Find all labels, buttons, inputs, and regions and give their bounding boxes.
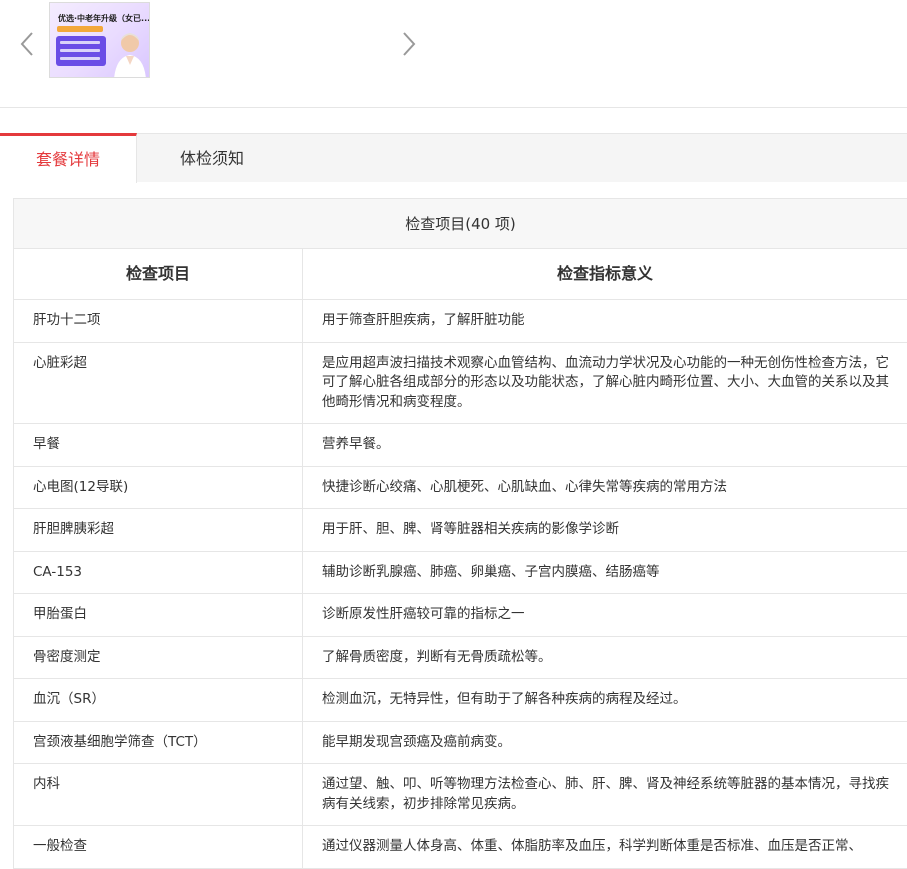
item-name: 甲胎蛋白 — [14, 594, 303, 636]
item-name: 早餐 — [14, 424, 303, 466]
table-row: CA-153 辅助诊断乳腺癌、肺癌、卵巢癌、子宫内膜癌、结肠癌等 — [14, 551, 907, 594]
chevron-left-icon — [20, 32, 33, 56]
item-meaning: 能早期发现宫颈癌及癌前病变。 — [322, 733, 511, 750]
item-meaning: 用于筛查肝胆疾病，了解肝脏功能 — [322, 312, 525, 328]
item-name: 肝胆脾胰彩超 — [14, 509, 303, 551]
thumbnail-badge — [57, 26, 103, 32]
carousel-prev-button[interactable] — [16, 28, 40, 60]
item-name: 血沉（SR） — [14, 679, 303, 721]
item-name: 心电图(12导联) — [14, 466, 303, 508]
item-meaning: 通过仪器测量人体身高、体重、体脂肪率及血压，科学判断体重是否标准、血压是否正常、 — [322, 838, 862, 854]
item-meaning: 通过望、触、叩、听等物理方法检查心、肺、肝、脾、肾及神经系统等脏器的基本情况，寻… — [322, 776, 889, 812]
table-row: 宫颈液基细胞学筛查（TCT） 能早期发现宫颈癌及癌前病变。 — [14, 721, 907, 764]
table-row: 血沉（SR） 检测血沉，无特异性，但有助于了解各种疾病的病程及经过。 — [14, 679, 907, 722]
detail-tab-bar: 套餐详情 体检须知 — [0, 133, 907, 183]
table-row: 甲胎蛋白 诊断原发性肝癌较可靠的指标之一 — [14, 594, 907, 637]
table-row: 肝功十二项 用于筛查肝胆疾病，了解肝脏功能 — [14, 300, 907, 343]
table-row: 心脏彩超 是应用超声波扫描技术观察心血管结构、血流动力学状况及心功能的一种无创伤… — [14, 342, 907, 424]
thumbnail-title: 优选·中老年升级（女已... — [58, 14, 150, 23]
tab-package-details[interactable]: 套餐详情 — [0, 133, 137, 183]
carousel-next-button[interactable] — [396, 28, 420, 60]
table-row: 心电图(12导联) 快捷诊断心绞痛、心肌梗死、心肌缺血、心律失常等疾病的常用方法 — [14, 466, 907, 509]
table-caption: 检查项目(40 项) — [14, 199, 907, 249]
item-meaning: 检测血沉，无特异性，但有助于了解各种疾病的病程及经过。 — [322, 691, 687, 707]
table-row: 早餐 营养早餐。 — [14, 424, 907, 467]
item-meaning: 了解骨质密度，判断有无骨质疏松等。 — [322, 648, 552, 665]
thumbnail-info-panel — [56, 36, 106, 66]
chevron-right-icon — [403, 32, 416, 56]
item-meaning: 快捷诊断心绞痛、心肌梗死、心肌缺血、心律失常等疾病的常用方法 — [322, 478, 727, 495]
table-row: 一般检查 通过仪器测量人体身高、体重、体脂肪率及血压，科学判断体重是否标准、血压… — [14, 826, 907, 869]
exam-items-table: 检查项目(40 项) 检查项目 检查指标意义 肝功十二项 用于筛查肝胆疾病，了解… — [13, 198, 907, 869]
table-row: 肝胆脾胰彩超 用于肝、胆、脾、肾等脏器相关疾病的影像学诊断 — [14, 509, 907, 552]
item-name: 一般检查 — [14, 826, 303, 868]
item-name: 宫颈液基细胞学筛查（TCT） — [14, 721, 303, 763]
package-thumbnail-carousel: 优选·中老年升级（女已... — [0, 0, 907, 108]
item-meaning: 用于肝、胆、脾、肾等脏器相关疾病的影像学诊断 — [322, 521, 619, 537]
table-row: 内科 通过望、触、叩、听等物理方法检查心、肺、肝、脾、肾及神经系统等脏器的基本情… — [14, 764, 907, 826]
table-header-row: 检查项目 检查指标意义 — [14, 249, 907, 300]
item-name: 心脏彩超 — [14, 342, 303, 423]
item-name: 内科 — [14, 764, 303, 825]
column-header-meaning: 检查指标意义 — [556, 264, 653, 283]
doctor-portrait-image — [114, 33, 146, 77]
item-meaning: 辅助诊断乳腺癌、肺癌、卵巢癌、子宫内膜癌、结肠癌等 — [322, 563, 660, 580]
item-meaning: 是应用超声波扫描技术观察心血管结构、血流动力学状况及心功能的一种无创伤性检查方法… — [322, 354, 889, 410]
item-name: CA-153 — [14, 551, 303, 593]
column-header-item: 检查项目 — [14, 249, 303, 299]
item-meaning: 营养早餐。 — [322, 436, 390, 452]
item-name: 肝功十二项 — [14, 300, 303, 342]
tab-exam-notice[interactable]: 体检须知 — [137, 133, 287, 183]
item-name: 骨密度测定 — [14, 636, 303, 678]
item-meaning: 诊断原发性肝癌较可靠的指标之一 — [322, 606, 525, 622]
table-row: 骨密度测定 了解骨质密度，判断有无骨质疏松等。 — [14, 636, 907, 679]
package-thumbnail[interactable]: 优选·中老年升级（女已... — [49, 2, 150, 78]
